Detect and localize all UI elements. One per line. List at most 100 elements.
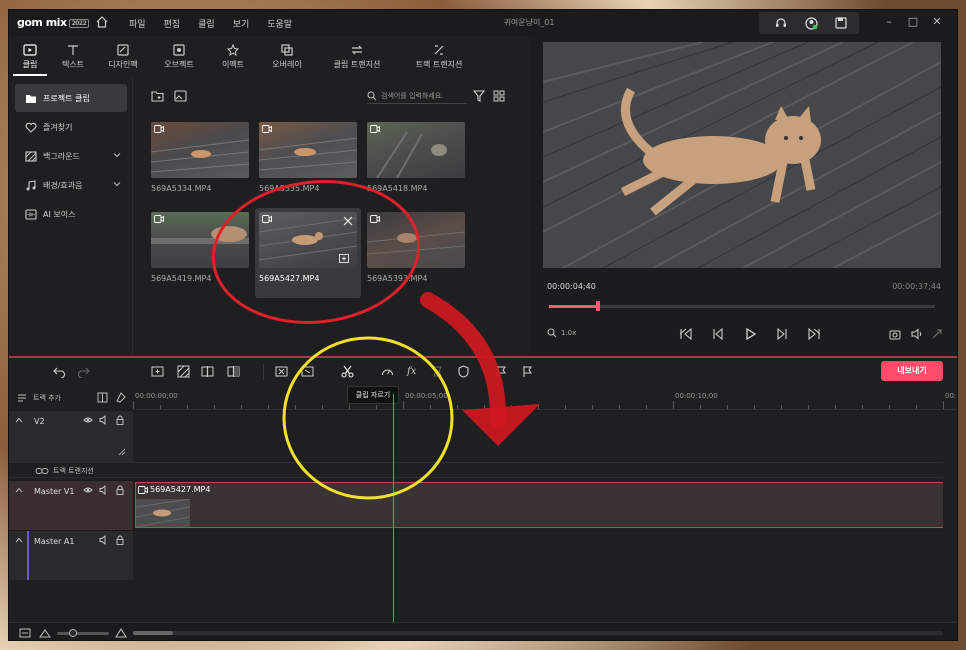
sidebar-item-project-clips[interactable]: 프로젝트 클립 [15,84,127,112]
visibility-icon[interactable] [83,485,93,495]
magnet-icon[interactable] [115,392,126,403]
collapse-icon[interactable] [15,487,23,493]
split-left-icon[interactable] [201,365,214,378]
play-icon[interactable] [743,327,757,341]
seek-handle[interactable] [595,301,600,311]
collapse-icon[interactable] [15,537,23,543]
account-icon[interactable] [803,15,819,31]
media-clip[interactable]: 569A5419.MP4 [151,212,251,292]
flag-icon[interactable] [521,365,534,378]
menu-edit[interactable]: 편집 [164,17,181,30]
next-frame-icon[interactable] [775,327,789,341]
media-clip[interactable]: 569A5393.MP4 [367,212,467,292]
clip-thumbnail [367,122,465,178]
timeline-playhead[interactable] [393,394,394,622]
minimize-icon[interactable]: – [881,14,897,30]
mute-icon[interactable] [99,535,109,545]
zoom-in-icon[interactable] [115,627,127,639]
export-button[interactable]: 내보내기 [881,361,943,381]
lock-icon[interactable] [115,485,125,495]
skip-to-start-icon[interactable] [679,327,693,341]
tab-track-transition[interactable]: 트랙 트랜지션 [399,38,479,76]
redo-icon[interactable] [77,365,90,378]
mute-icon[interactable] [99,485,109,495]
add-clip-icon[interactable] [151,365,164,378]
pin-icon[interactable] [431,365,444,378]
tab-text[interactable]: 텍스트 [51,38,95,76]
sidebar-item-favorites[interactable]: 즐겨찾기 [15,113,127,141]
undo-icon[interactable] [53,365,66,378]
previous-frame-icon[interactable] [711,327,725,341]
save-icon[interactable] [833,15,849,31]
asset-sidebar: 프로젝트 클립 즐겨찾기 백그라운드 배경/효과음 AI 보이스 [9,76,133,356]
media-clip[interactable]: 569A5418.MP4 [367,122,467,202]
lock-icon[interactable] [115,415,125,425]
timeline-vertical-scrollbar[interactable] [943,410,957,622]
fit-width-icon[interactable] [19,627,31,639]
media-clip-selected[interactable]: 569A5427.MP4 [255,208,361,298]
resize-track-icon[interactable] [117,447,127,457]
sidebar-item-background[interactable]: 백그라운드 [15,142,127,170]
collapse-icon[interactable] [15,417,23,423]
skip-to-end-icon[interactable] [807,327,821,341]
speed-icon[interactable] [381,365,394,378]
maximize-icon[interactable]: □ [905,14,921,30]
headset-icon[interactable] [773,15,789,31]
close-icon[interactable]: ✕ [929,14,945,30]
grid-view-icon[interactable] [493,90,505,102]
timeline-zoom-slider[interactable] [57,629,109,637]
marker-icon[interactable] [495,365,508,378]
filter-icon[interactable] [473,90,485,102]
tab-object[interactable]: 오브젝트 [151,38,207,76]
menu-help[interactable]: 도움말 [267,17,292,30]
mute-icon[interactable] [99,415,109,425]
visibility-icon[interactable] [83,415,93,425]
menu-clip[interactable]: 클립 [198,17,215,30]
import-folder-icon[interactable] [151,90,164,102]
shield-icon[interactable] [457,365,470,378]
scissors-icon[interactable] [341,365,354,378]
menu-file[interactable]: 파일 [129,17,146,30]
timeline-ruler[interactable]: 00:00:00;00 00:00:05;00 00:00:10;00 00: [133,388,957,410]
delete-clip-icon[interactable] [275,365,288,378]
sidebar-item-ai-voice[interactable]: AI 보이스 [15,200,127,228]
crop-icon[interactable] [301,365,314,378]
zoom-control[interactable]: 1.0x [547,328,576,338]
tab-clip[interactable]: 클립 [9,38,51,76]
lock-icon[interactable] [115,535,125,545]
tab-effect[interactable]: 이펙트 [207,38,259,76]
tab-overlay[interactable]: 오버레이 [259,38,315,76]
add-track-icon[interactable] [17,393,27,403]
timeline-clip-thumbnail [136,499,190,527]
expand-icon[interactable] [931,328,943,340]
fx-icon[interactable]: fx [407,365,420,378]
track-body-v2[interactable] [133,410,945,462]
media-clip[interactable]: 569A5334.MP4 [151,122,251,202]
track-split-icon[interactable] [97,392,108,403]
add-track-label[interactable]: 트랙 추가 [33,393,61,403]
zoom-slider-handle[interactable] [69,629,77,637]
zoom-out-icon[interactable] [39,627,51,639]
seek-bar[interactable] [549,301,935,311]
snapshot-icon[interactable] [889,328,901,340]
background-fill-icon[interactable] [177,365,190,378]
sidebar-item-music[interactable]: 배경/효과음 [15,171,127,199]
scrollbar-thumb[interactable] [133,631,173,635]
menu-view[interactable]: 보기 [233,17,250,30]
track-body-master-a1[interactable] [133,530,945,580]
track-transition-row[interactable]: 트랙 트랜지션 [9,462,945,478]
media-clip[interactable]: 569A5335.MP4 [259,122,359,202]
ruler-tick [916,405,917,409]
volume-icon[interactable] [911,328,923,340]
tab-design-pack[interactable]: 디자인팩 [95,38,151,76]
timeline-clip[interactable]: 569A5427.MP4 [135,482,945,528]
import-photo-icon[interactable] [174,90,187,102]
split-right-icon[interactable] [227,365,240,378]
ruler-tick [457,405,458,409]
home-icon[interactable] [95,15,109,29]
add-to-timeline-icon[interactable] [339,254,349,263]
timeline-horizontal-scrollbar[interactable] [133,631,943,635]
tab-clip-transition[interactable]: 클립 트랜지션 [315,38,399,76]
search-input[interactable]: 검색어를 입력하세요. [367,88,467,104]
remove-clip-icon[interactable] [343,216,353,226]
